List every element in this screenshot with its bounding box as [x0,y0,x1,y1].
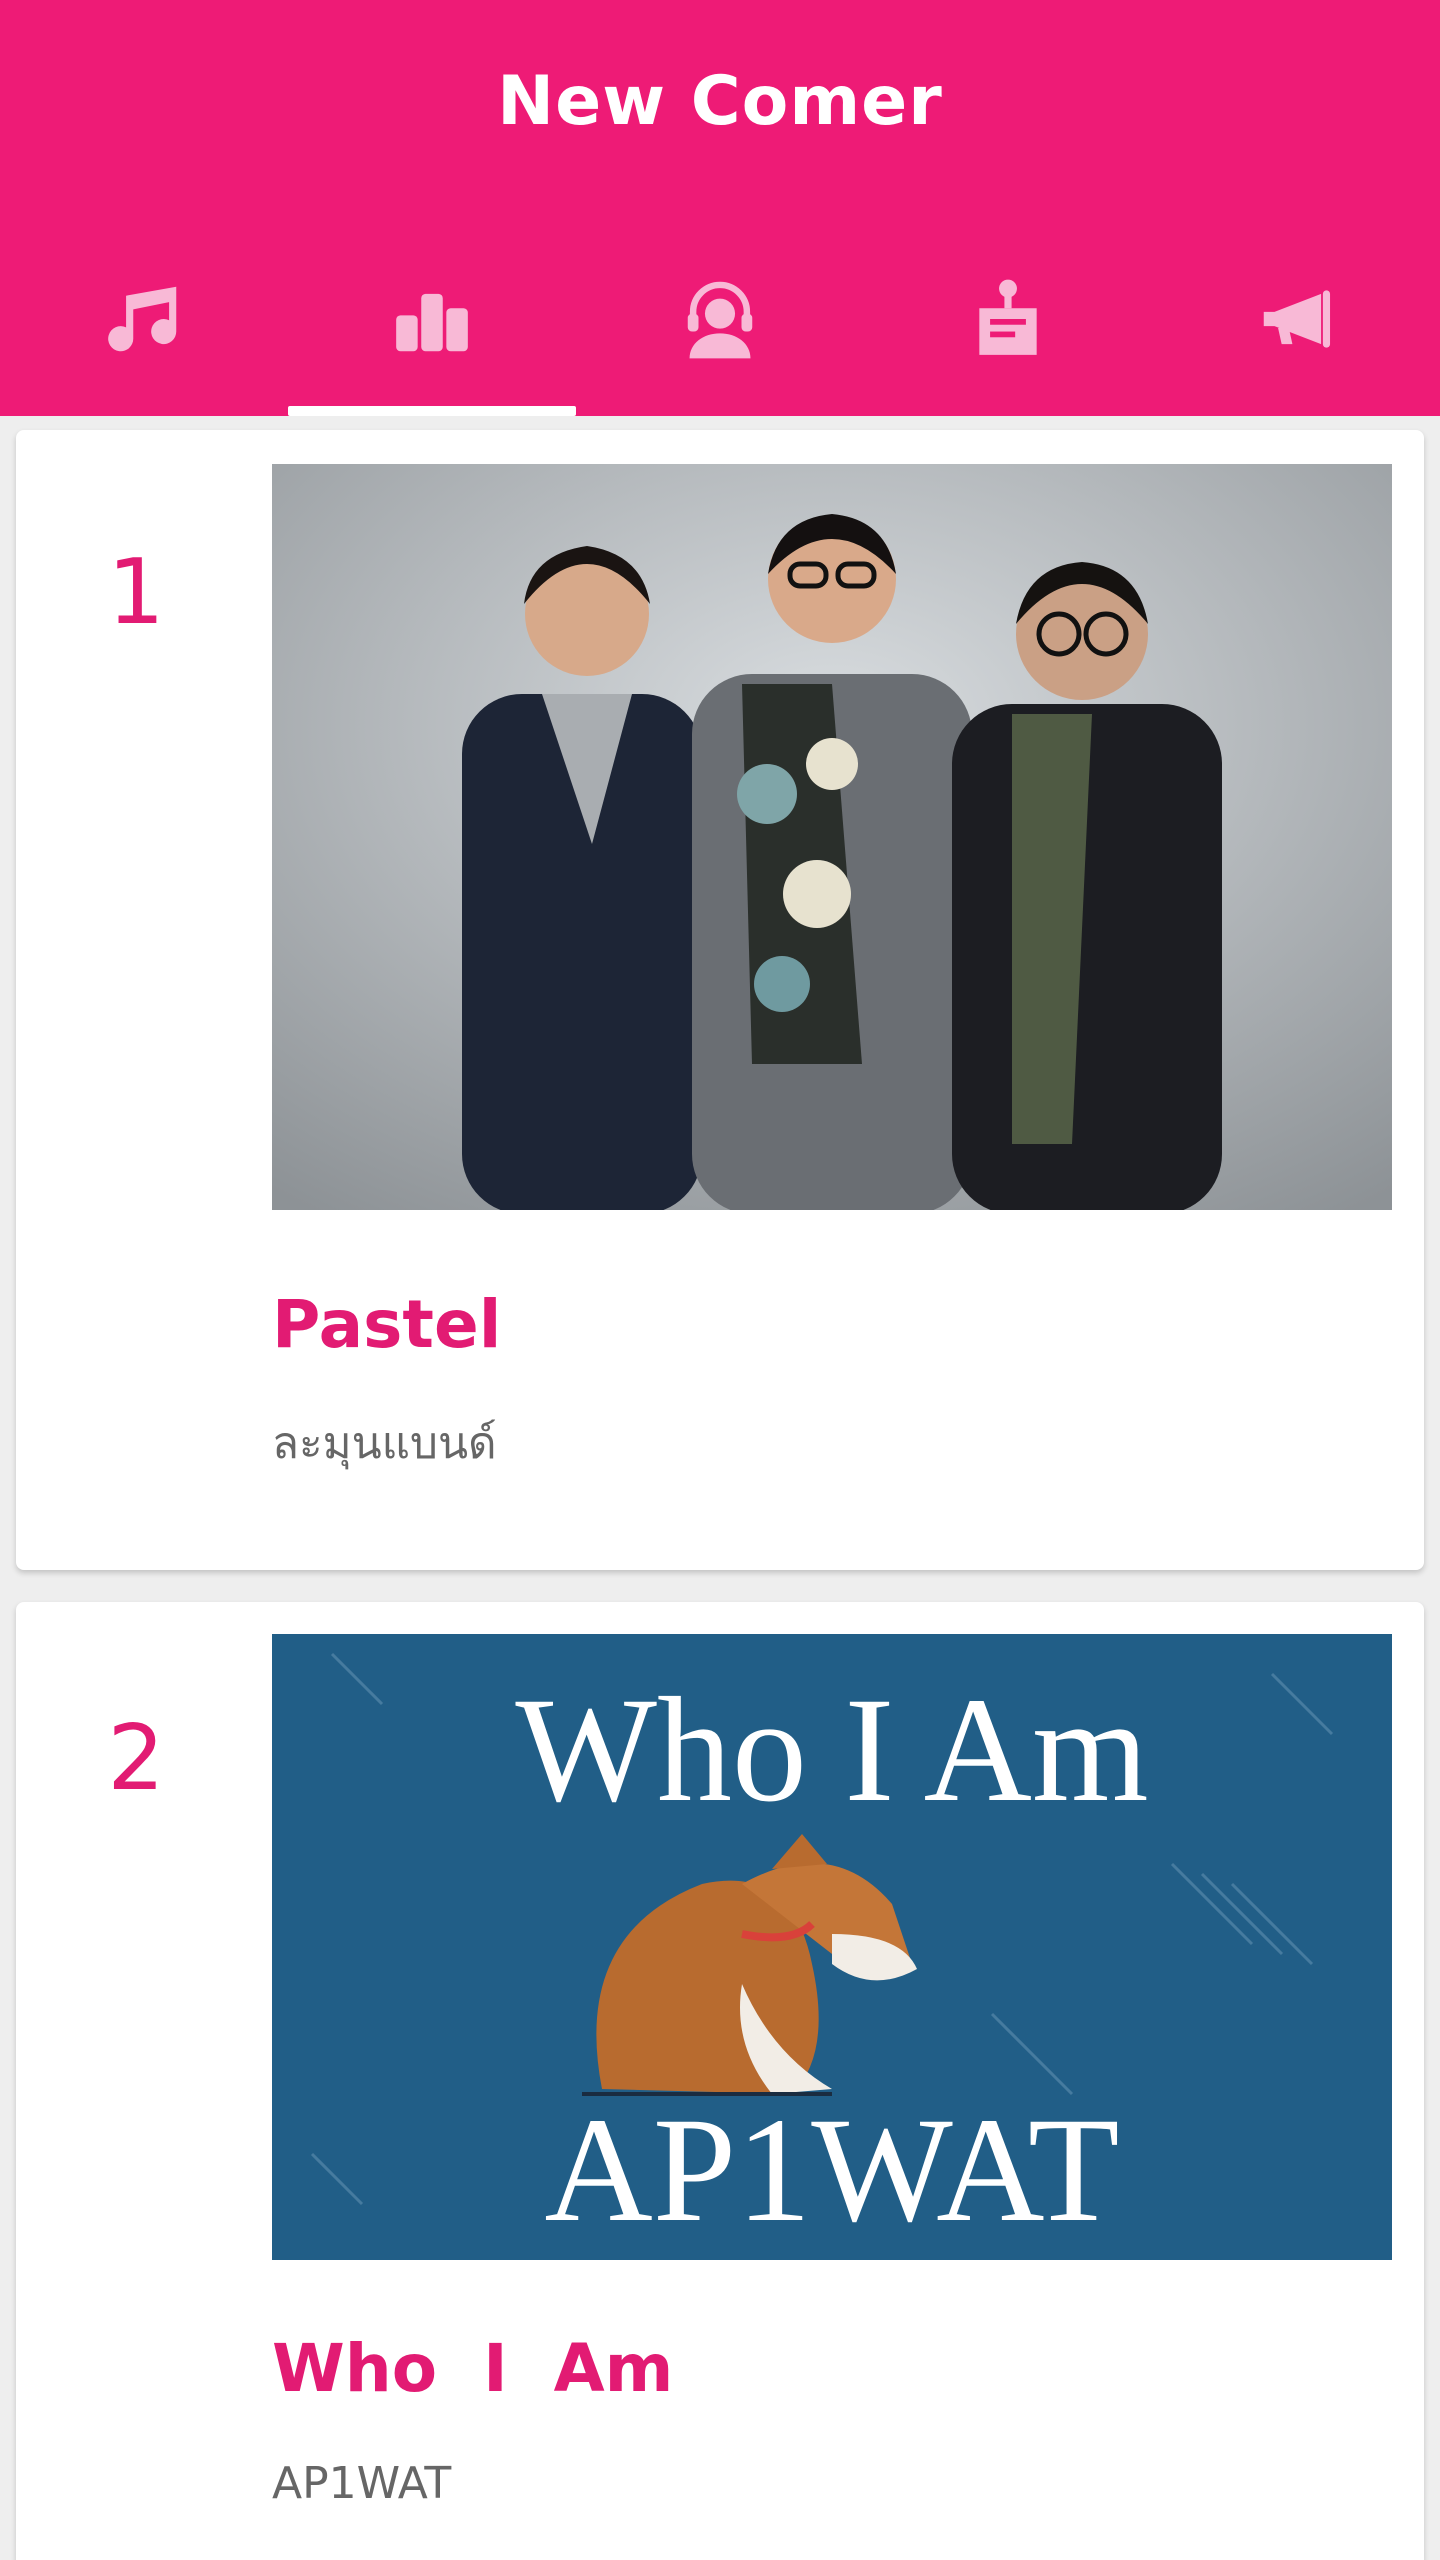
album-cover: Who I Am AP1WAT [272,1634,1392,2260]
bar-chart-icon [396,293,468,352]
song-title: Who I Am [272,2330,674,2407]
cover-text-bottom: AP1WAT [544,2087,1120,2253]
tab-artists[interactable] [576,250,864,416]
rank-number: 1 [107,540,165,645]
tab-charts[interactable] [288,250,576,416]
tab-bar [0,250,1440,416]
tab-news[interactable] [1152,250,1440,416]
artist-photo [272,464,1392,1210]
music-note-icon [108,286,177,352]
artist-name: ละมุนแบนด์ [272,1418,497,1469]
list-item[interactable]: 2 Who I Am AP1WAT Who I Am AP1WAT [16,1602,1424,2560]
new-comer-list: 1 Pastel ละมุนแบนด์ 2 Who I Am AP1WAT Wh… [0,416,1440,2560]
artist-name: AP1WAT [272,2458,452,2509]
page-title: New Comer [497,62,943,141]
megaphone-icon [1263,290,1331,348]
cover-text-top: Who I Am [515,1667,1149,1833]
tab-games[interactable] [864,250,1152,416]
selected-tab-indicator [288,406,576,416]
rank-number: 2 [107,1706,165,1811]
headset-person-icon [687,281,753,359]
list-item[interactable]: 1 Pastel ละมุนแบนด์ [16,430,1424,1570]
tab-music[interactable] [0,250,288,416]
song-title: Pastel [272,1286,502,1363]
joystick-clipboard-icon [979,279,1037,355]
app-bar: New Comer [0,0,1440,416]
